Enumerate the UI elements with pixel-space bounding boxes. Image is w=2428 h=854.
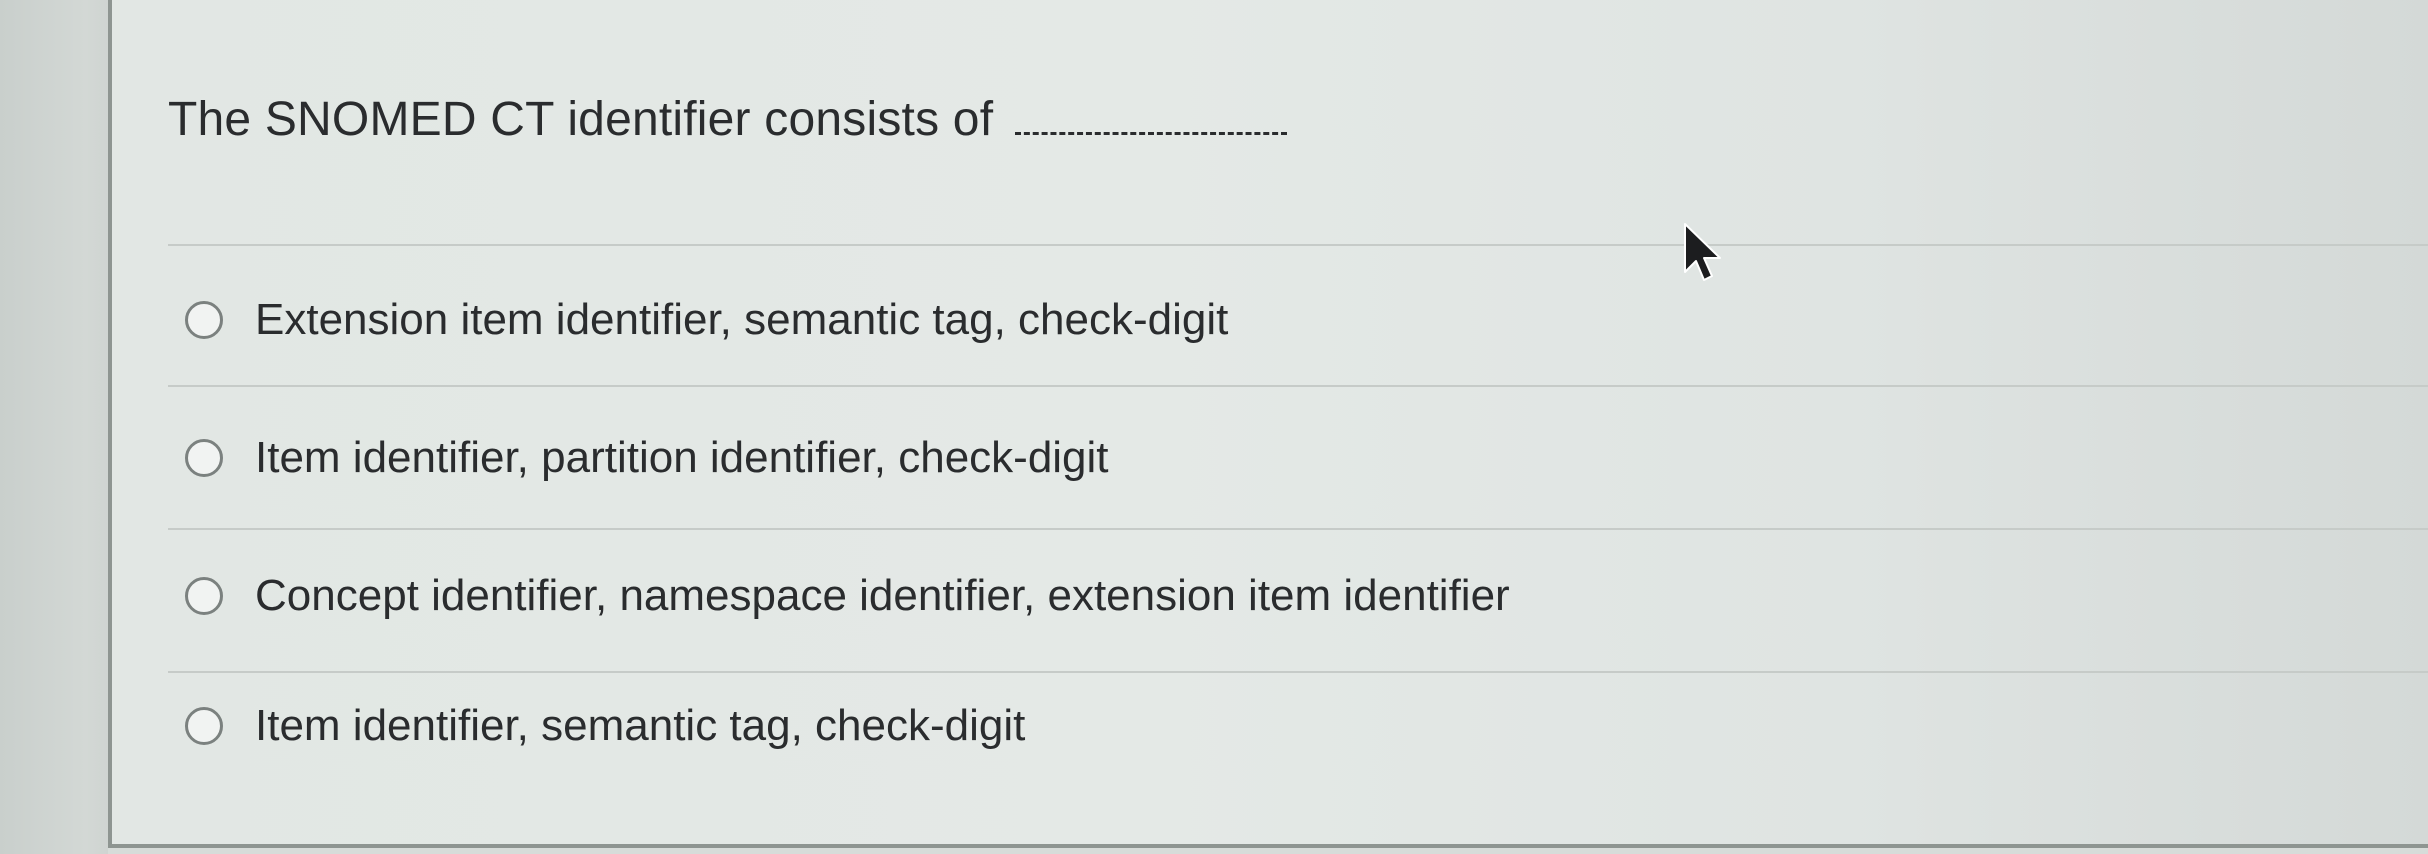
answer-option[interactable]: Concept identifier, namespace identifier…	[185, 566, 1510, 626]
answer-blank	[1015, 94, 1288, 135]
radio-button[interactable]	[185, 707, 223, 745]
radio-button[interactable]	[185, 439, 223, 477]
answer-option[interactable]: Item identifier, semantic tag, check-dig…	[185, 696, 1025, 756]
radio-button[interactable]	[185, 301, 223, 339]
answer-option-label: Concept identifier, namespace identifier…	[255, 571, 1510, 620]
divider	[168, 671, 2428, 673]
answer-option-label: Item identifier, semantic tag, check-dig…	[255, 701, 1026, 750]
mouse-pointer-icon	[1684, 223, 1721, 281]
divider	[168, 385, 2428, 387]
answer-option[interactable]: Item identifier, partition identifier, c…	[185, 428, 1109, 488]
page-background	[0, 0, 108, 854]
answer-option[interactable]: Extension item identifier, semantic tag,…	[185, 290, 1228, 350]
divider	[168, 244, 2428, 246]
question-text: The SNOMED CT identifier consists of	[168, 93, 994, 146]
answer-option-label: Item identifier, partition identifier, c…	[255, 433, 1109, 482]
answer-option-label: Extension item identifier, semantic tag,…	[255, 295, 1229, 344]
divider	[168, 528, 2428, 530]
radio-button[interactable]	[185, 577, 223, 615]
question-prompt: The SNOMED CT identifier consists of	[168, 92, 1288, 147]
